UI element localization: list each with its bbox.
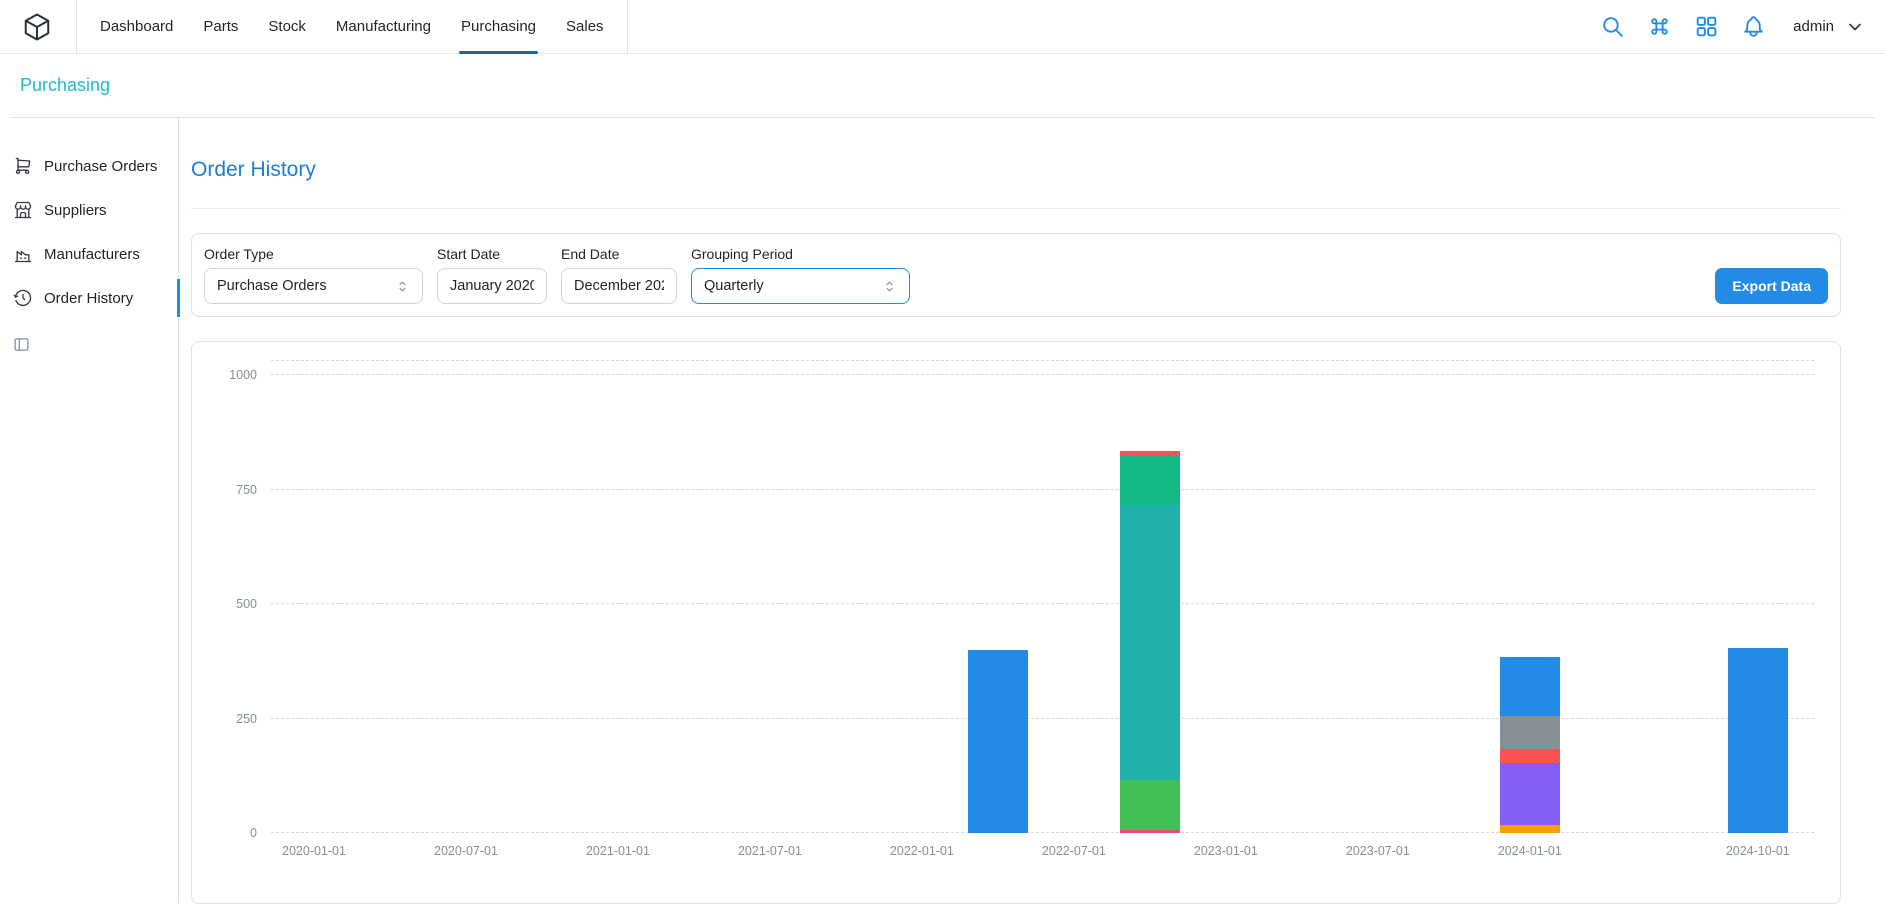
start-date-label: Start Date xyxy=(437,246,547,262)
tab-purchasing[interactable]: Purchasing xyxy=(446,0,551,54)
stacked-bar xyxy=(1728,648,1788,833)
bar-segment xyxy=(1500,763,1560,825)
sidebar-item-purchase-orders[interactable]: Purchase Orders xyxy=(0,144,178,188)
sidebar-item-order-history[interactable]: Order History xyxy=(0,276,178,320)
plot-top-line xyxy=(271,360,1814,361)
search-icon[interactable] xyxy=(1599,13,1626,40)
y-gridline xyxy=(271,718,1814,719)
bar-segment xyxy=(1120,455,1180,505)
end-date-field: End Date xyxy=(561,246,677,304)
x-axis-tick-label: 2024-10-01 xyxy=(1726,844,1790,858)
history-icon xyxy=(13,288,33,308)
order-type-label: Order Type xyxy=(204,246,423,262)
y-axis-tick-label: 250 xyxy=(236,712,257,726)
tab-manufacturing[interactable]: Manufacturing xyxy=(321,0,446,54)
x-axis-tick-label: 2020-01-01 xyxy=(282,844,346,858)
sidebar-item-suppliers[interactable]: Suppliers xyxy=(0,188,178,232)
sidebar-item-label: Suppliers xyxy=(44,202,107,219)
grouping-period-value: Quarterly xyxy=(704,278,764,294)
x-axis-tick-label: 2023-07-01 xyxy=(1346,844,1410,858)
sidebar-item-label: Order History xyxy=(44,290,133,307)
stacked-bar xyxy=(1120,451,1180,833)
tab-parts[interactable]: Parts xyxy=(188,0,253,54)
bar-segment xyxy=(1120,830,1180,833)
filter-panel: Order Type Purchase Orders Start Date En… xyxy=(191,233,1841,317)
navbar-actions: admin xyxy=(1599,13,1865,40)
x-axis-tick-label: 2023-01-01 xyxy=(1194,844,1258,858)
sidebar-item-label: Purchase Orders xyxy=(44,158,157,175)
bar-segment xyxy=(1120,780,1180,830)
chevron-down-icon xyxy=(1845,17,1865,37)
y-gridline xyxy=(271,603,1814,604)
collapse-sidebar-icon[interactable] xyxy=(13,336,31,354)
y-axis-tick-label: 1000 xyxy=(229,368,257,382)
tab-stock[interactable]: Stock xyxy=(253,0,321,54)
page-title: Order History xyxy=(191,158,1841,182)
tab-dashboard[interactable]: Dashboard xyxy=(85,0,188,54)
order-history-chart-card: 0 250 500 750 1000 2020-01-01 2020-07-01 2021-0… xyxy=(191,341,1841,904)
title-divider xyxy=(191,208,1841,209)
chart-plot: 025050075010002020-01-012020-07-012021-0… xyxy=(271,360,1814,833)
shopping-cart-icon xyxy=(13,156,33,176)
bar-segment xyxy=(968,650,1028,833)
main-panel: Order History Order Type Purchase Orders… xyxy=(179,118,1885,903)
x-axis-tick-label: 2020-07-01 xyxy=(434,844,498,858)
bar-segment xyxy=(1120,505,1180,780)
stacked-bar xyxy=(1500,657,1560,833)
y-axis-tick-label: 750 xyxy=(236,483,257,497)
y-gridline xyxy=(271,489,1814,490)
inventree-logo-icon[interactable] xyxy=(22,11,54,43)
page: Dashboard Parts Stock Manufacturing Purc… xyxy=(0,0,1885,906)
order-type-value: Purchase Orders xyxy=(217,278,327,294)
start-date-input[interactable] xyxy=(437,268,547,304)
top-navbar: Dashboard Parts Stock Manufacturing Purc… xyxy=(0,0,1885,54)
user-menu[interactable]: admin xyxy=(1793,17,1865,37)
sidebar-item-label: Manufacturers xyxy=(44,246,140,263)
x-axis-tick-label: 2022-01-01 xyxy=(890,844,954,858)
end-date-input[interactable] xyxy=(561,268,677,304)
end-date-label: End Date xyxy=(561,246,677,262)
sidebar: Purchase Orders Suppliers xyxy=(0,118,179,903)
selector-icon xyxy=(882,279,897,294)
start-date-field: Start Date xyxy=(437,246,547,304)
x-axis-tick-label: 2021-07-01 xyxy=(738,844,802,858)
tab-sales[interactable]: Sales xyxy=(551,0,619,54)
building-store-icon xyxy=(13,200,33,220)
x-axis-tick-label: 2021-01-01 xyxy=(586,844,650,858)
order-type-select[interactable]: Purchase Orders xyxy=(204,268,423,304)
x-axis-tick-label: 2024-01-01 xyxy=(1498,844,1562,858)
bar-segment xyxy=(1500,825,1560,833)
bar-segment xyxy=(1500,716,1560,749)
breadcrumb: Purchasing xyxy=(10,54,1875,118)
factory-icon xyxy=(13,244,33,264)
sidebar-item-manufacturers[interactable]: Manufacturers xyxy=(0,232,178,276)
main-nav: Dashboard Parts Stock Manufacturing Purc… xyxy=(76,0,628,54)
grouping-period-field: Grouping Period Quarterly xyxy=(691,246,910,304)
export-data-button[interactable]: Export Data xyxy=(1715,268,1828,304)
selector-icon xyxy=(395,279,410,294)
breadcrumb-purchasing[interactable]: Purchasing xyxy=(20,75,110,95)
order-type-field: Order Type Purchase Orders xyxy=(204,246,423,304)
bar-segment xyxy=(1500,657,1560,717)
y-axis-tick-label: 500 xyxy=(236,597,257,611)
y-gridline xyxy=(271,374,1814,375)
apps-grid-icon[interactable] xyxy=(1693,13,1720,40)
y-gridline xyxy=(271,832,1814,833)
grouping-period-select[interactable]: Quarterly xyxy=(691,268,910,304)
bar-segment xyxy=(1728,648,1788,833)
stacked-bar xyxy=(968,650,1028,833)
command-icon[interactable] xyxy=(1646,13,1673,40)
grouping-period-label: Grouping Period xyxy=(691,246,910,262)
y-axis-tick-label: 0 xyxy=(250,826,257,840)
x-axis-tick-label: 2022-07-01 xyxy=(1042,844,1106,858)
user-name: admin xyxy=(1793,18,1834,35)
content-area: Purchase Orders Suppliers xyxy=(0,118,1885,903)
bell-icon[interactable] xyxy=(1740,13,1767,40)
bar-segment xyxy=(1500,749,1560,763)
